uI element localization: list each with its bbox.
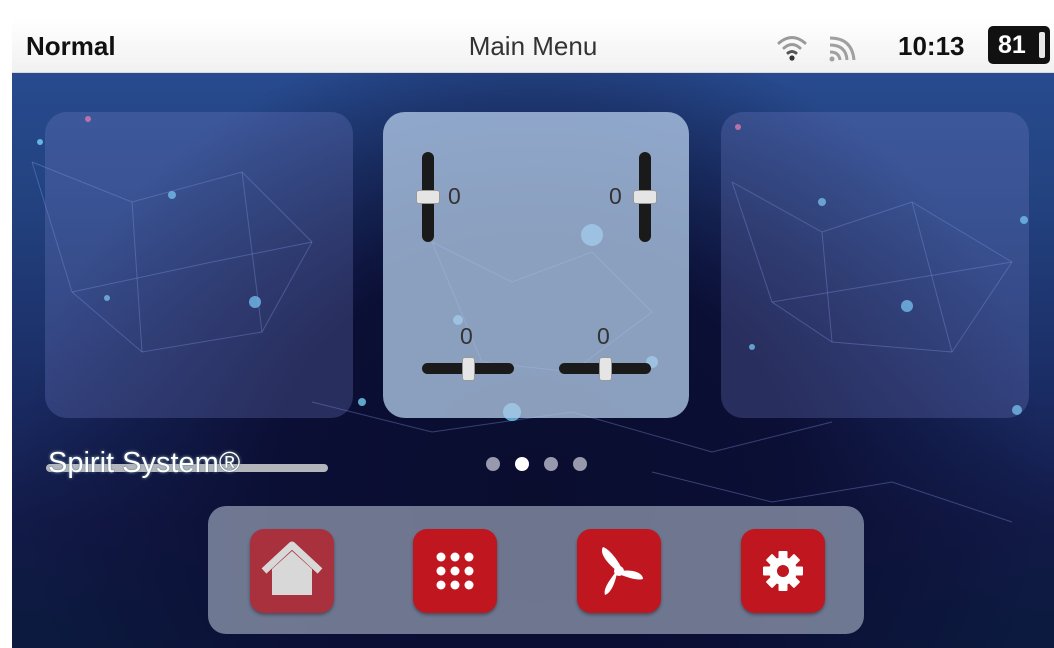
slider-value: 0 [597,323,610,349]
slider-value: 0 [460,323,473,349]
wifi-icon [777,36,807,61]
slider-value: 0 [448,183,461,209]
fan-icon [601,547,643,595]
page-dot[interactable] [573,457,587,471]
horizontal-slider-right[interactable] [559,357,651,381]
fan-button[interactable] [577,529,661,613]
slider-thumb[interactable] [462,357,475,381]
home-button[interactable] [250,529,334,613]
settings-button[interactable] [741,529,825,613]
status-bar: Main Menu Normal 10:13 81 [12,18,1054,73]
device-screen: Main Menu Normal 10:13 81 0 0 0 0 Spirit… [12,18,1054,648]
vertical-slider-right[interactable] [633,152,657,242]
gear-icon [763,551,803,591]
vertical-slider-left[interactable] [416,152,440,242]
page-dot[interactable] [486,457,500,471]
battery-level: 81 [998,31,1026,59]
slider-value: 0 [609,183,622,209]
battery-indicator: 81 [988,26,1050,64]
mode-label: Normal [26,31,116,61]
home-icon [261,541,323,595]
page-dot-active[interactable] [515,457,529,471]
grid-icon [436,552,474,590]
card-right[interactable] [721,112,1029,418]
clock: 10:13 [898,31,965,61]
apps-button[interactable] [413,529,497,613]
slider-thumb[interactable] [416,190,440,204]
slider-card[interactable]: 0 0 0 0 [383,112,689,418]
card-left[interactable] [45,112,353,418]
battery-icon [1039,32,1045,58]
slider-thumb[interactable] [633,190,657,204]
horizontal-slider-left[interactable] [422,357,514,381]
page-dot[interactable] [544,457,558,471]
slider-thumb[interactable] [599,357,612,381]
dock [208,506,864,634]
signal-icon [829,36,856,62]
brand-name: Spirit System® [48,447,241,479]
